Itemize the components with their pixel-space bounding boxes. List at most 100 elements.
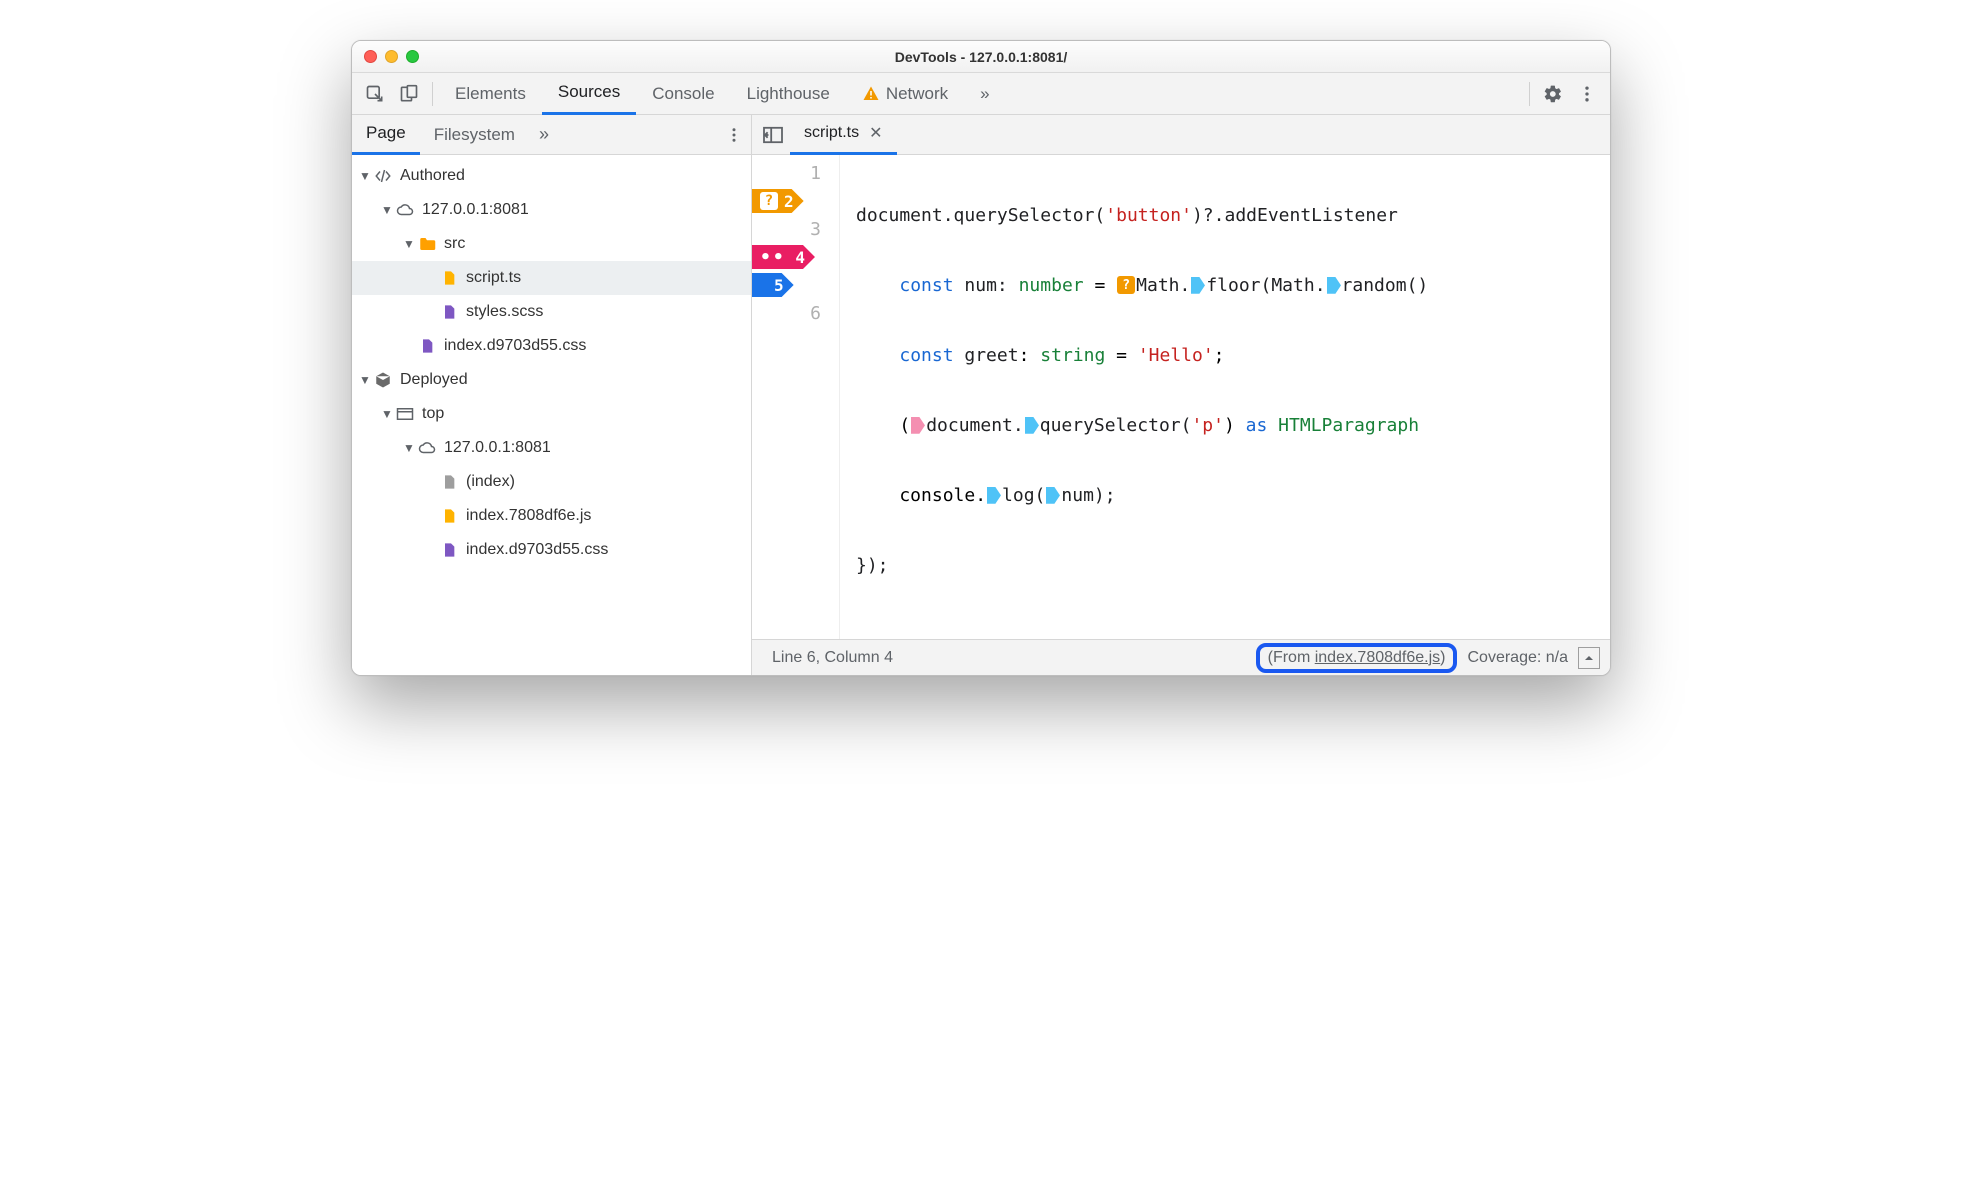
expand-icon: ▼ (402, 441, 416, 455)
expand-icon: ▼ (380, 203, 394, 217)
source-map-link[interactable]: index.7808df6e.js (1315, 649, 1440, 666)
cursor-position: Line 6, Column 4 (762, 649, 903, 667)
tree-file-styles-scss[interactable]: styles.scss (352, 295, 751, 329)
tree-host-deployed[interactable]: ▼ 127.0.0.1:8081 (352, 431, 751, 465)
source-map-origin[interactable]: (From index.7808df6e.js) (1256, 643, 1458, 673)
line-number: 6 (810, 303, 821, 324)
line-number: 3 (810, 219, 821, 240)
frame-icon (396, 405, 414, 423)
conditional-breakpoint-icon[interactable]: ?2 (752, 187, 804, 215)
tree-label: Authored (400, 167, 465, 185)
tree-deployed[interactable]: ▼ Deployed (352, 363, 751, 397)
tree-label: top (422, 405, 444, 423)
css-file-icon (440, 303, 458, 321)
tab-console[interactable]: Console (636, 73, 730, 115)
deployed-icon (374, 371, 392, 389)
cloud-icon (396, 201, 414, 219)
inline-conditional-icon: ? (1117, 276, 1135, 294)
navigator-sidebar: Page Filesystem » ▼ Authored ▼ 127.0.0.1… (352, 115, 752, 675)
tab-network[interactable]: Network (846, 73, 964, 115)
toggle-navigator-icon[interactable] (756, 118, 790, 152)
device-toolbar-icon[interactable] (392, 77, 426, 111)
tree-file-index-css[interactable]: index.d9703d55.css (352, 329, 751, 363)
content-area: Page Filesystem » ▼ Authored ▼ 127.0.0.1… (352, 115, 1610, 675)
show-drawer-icon[interactable] (1578, 647, 1600, 669)
more-menu-icon[interactable] (1570, 77, 1604, 111)
navigator-more-icon[interactable] (717, 118, 751, 152)
tree-top[interactable]: ▼ top (352, 397, 751, 431)
expand-icon: ▼ (358, 169, 372, 183)
folder-icon (418, 235, 436, 253)
tab-elements[interactable]: Elements (439, 73, 542, 115)
window-title: DevTools - 127.0.0.1:8081/ (352, 49, 1610, 65)
tree-label: src (444, 235, 465, 253)
bp-number: 2 (784, 192, 794, 211)
tree-label: (index) (466, 473, 515, 491)
bp-number: 4 (795, 248, 805, 267)
tree-host-authored[interactable]: ▼ 127.0.0.1:8081 (352, 193, 751, 227)
editor-pane: script.ts ✕ 1 ?2 2 3 •• 4 (752, 115, 1610, 675)
navigator-tab-page[interactable]: Page (352, 115, 420, 155)
inline-marker-icon (1327, 277, 1341, 293)
navigator-tabs: Page Filesystem » (352, 115, 751, 155)
tree-file-index-css-2[interactable]: index.d9703d55.css (352, 533, 751, 567)
tree-label: script.ts (466, 269, 521, 287)
editor-status-bar: Line 6, Column 4 (From index.7808df6e.js… (752, 639, 1610, 675)
tabs-overflow[interactable]: » (964, 73, 1005, 115)
tab-network-label: Network (886, 84, 948, 104)
inline-marker-icon (1191, 277, 1205, 293)
main-toolbar: Elements Sources Console Lighthouse Netw… (352, 73, 1610, 115)
navigator-tab-filesystem[interactable]: Filesystem (420, 115, 529, 155)
editor-tab-label: script.ts (804, 124, 859, 142)
inline-marker-icon (1025, 417, 1039, 433)
inline-marker-icon (1046, 487, 1060, 503)
line-number: 1 (810, 163, 821, 184)
editor-tab-script-ts[interactable]: script.ts ✕ (790, 115, 897, 155)
editor-tabs: script.ts ✕ (752, 115, 1610, 155)
close-tab-icon[interactable]: ✕ (869, 123, 882, 143)
breakpoint-icon[interactable]: 5 (752, 271, 794, 299)
document-file-icon (440, 473, 458, 491)
titlebar: DevTools - 127.0.0.1:8081/ (352, 41, 1610, 73)
panel-tabs: Elements Sources Console Lighthouse Netw… (439, 73, 1523, 115)
expand-icon: ▼ (402, 237, 416, 251)
expand-icon: ▼ (380, 407, 394, 421)
tree-label: 127.0.0.1:8081 (422, 201, 529, 219)
bp-number: 5 (774, 276, 784, 295)
tree-file-script-ts[interactable]: script.ts (352, 261, 751, 295)
tab-sources[interactable]: Sources (542, 73, 636, 115)
expand-icon: ▼ (358, 373, 372, 387)
logpoint-breakpoint-icon[interactable]: •• 4 (752, 243, 815, 271)
code-editor[interactable]: 1 ?2 2 3 •• 4 4 (752, 155, 1610, 639)
js-file-icon (440, 269, 458, 287)
devtools-window: DevTools - 127.0.0.1:8081/ Elements Sour… (351, 40, 1611, 676)
navigator-tabs-overflow[interactable]: » (529, 124, 559, 145)
inline-marker-icon (987, 487, 1001, 503)
css-file-icon (440, 541, 458, 559)
tree-label: styles.scss (466, 303, 543, 321)
toolbar-divider (432, 82, 433, 106)
code-icon (374, 167, 392, 185)
tree-authored[interactable]: ▼ Authored (352, 159, 751, 193)
coverage-status: Coverage: n/a (1457, 649, 1578, 667)
line-gutter: 1 ?2 2 3 •• 4 4 (752, 155, 840, 639)
tree-folder-src[interactable]: ▼ src (352, 227, 751, 261)
tree-label: 127.0.0.1:8081 (444, 439, 551, 457)
warning-icon (862, 85, 880, 103)
tab-lighthouse[interactable]: Lighthouse (731, 73, 846, 115)
js-file-icon (440, 507, 458, 525)
toolbar-divider-right (1529, 82, 1530, 106)
code-content[interactable]: document.querySelector('button')?.addEve… (840, 155, 1610, 639)
tree-label: index.d9703d55.css (466, 541, 608, 559)
settings-icon[interactable] (1536, 77, 1570, 111)
file-tree: ▼ Authored ▼ 127.0.0.1:8081 ▼ src (352, 155, 751, 675)
tree-label: Deployed (400, 371, 468, 389)
inline-logpoint-icon (911, 417, 925, 433)
cloud-icon (418, 439, 436, 457)
tree-file-index[interactable]: (index) (352, 465, 751, 499)
tree-label: index.d9703d55.css (444, 337, 586, 355)
tree-file-index-js[interactable]: index.7808df6e.js (352, 499, 751, 533)
inspect-element-icon[interactable] (358, 77, 392, 111)
tree-label: index.7808df6e.js (466, 507, 591, 525)
css-file-icon (418, 337, 436, 355)
